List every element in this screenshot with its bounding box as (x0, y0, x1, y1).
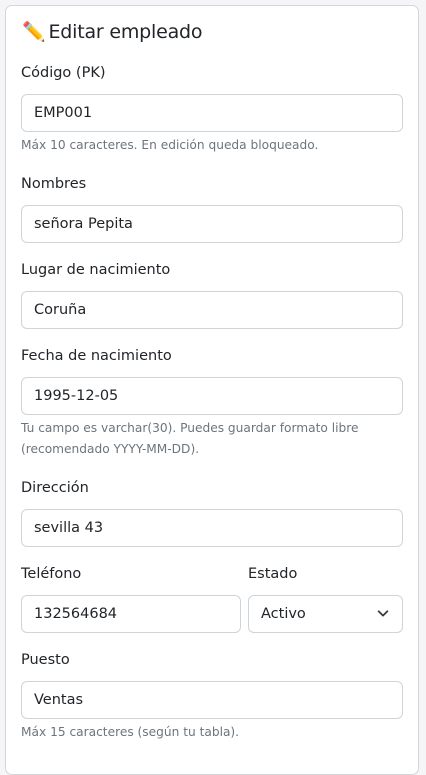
estado-label: Estado (248, 566, 298, 582)
codigo-help: Máx 10 caracteres. En edición queda bloq… (21, 138, 319, 152)
puesto-help: Máx 15 caracteres (según tu tabla). (21, 725, 240, 739)
codigo-field[interactable]: EMP001 (21, 94, 403, 132)
estado-value: Activo (261, 606, 306, 622)
fecha-help-line2: (recomendado YYYY-MM-DD). (21, 442, 200, 456)
puesto-field[interactable]: Ventas (21, 681, 403, 719)
fecha-field[interactable]: 1995-12-05 (21, 377, 403, 415)
nombres-label: Nombres (21, 176, 87, 192)
nombres-field[interactable]: señora Pepita (21, 205, 403, 243)
pencil-icon: ✏️ (22, 21, 46, 43)
puesto-label: Puesto (21, 652, 70, 668)
form-title: ✏️ Editar empleado (22, 20, 203, 43)
codigo-label: Código (PK) (21, 65, 106, 81)
estado-select[interactable]: Activo (248, 595, 403, 633)
telefono-label: Teléfono (21, 566, 82, 582)
form-title-text: Editar empleado (48, 21, 203, 43)
direccion-label: Dirección (21, 480, 89, 496)
lugar-label: Lugar de nacimiento (21, 262, 171, 278)
chevron-down-icon (377, 610, 389, 617)
edit-employee-card: ✏️ Editar empleado Código (PK) EMP001 Máx… (5, 5, 419, 775)
telefono-field[interactable]: 132564684 (21, 595, 241, 633)
fecha-label: Fecha de nacimiento (21, 348, 172, 364)
fecha-help-line1: Tu campo es varchar(30). Puedes guardar … (21, 421, 359, 435)
direccion-field[interactable]: sevilla 43 (21, 509, 403, 547)
lugar-field[interactable]: Coruña (21, 291, 403, 329)
